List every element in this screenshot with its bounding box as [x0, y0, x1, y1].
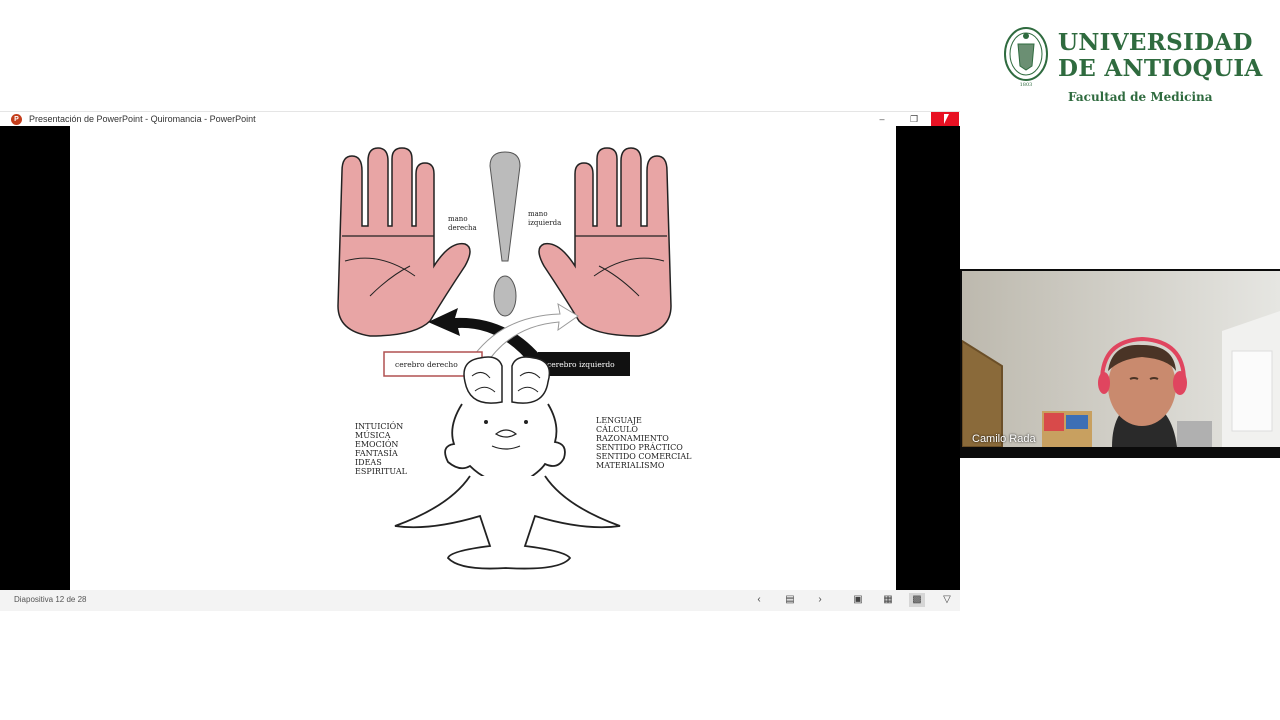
- powerpoint-window: P Presentación de PowerPoint - Quiromanc…: [0, 111, 960, 611]
- faculty-name: Facultad de Medicina: [1068, 90, 1213, 104]
- restore-button[interactable]: ❐: [900, 112, 928, 127]
- university-name-line2: DE ANTIOQUIA: [1058, 55, 1263, 82]
- mouse-cursor-icon: [944, 114, 949, 124]
- slide: mano derecha mano izquierda cerebro dere…: [70, 126, 896, 590]
- university-name-line1: UNIVERSIDAD: [1058, 29, 1253, 56]
- trait-item: RAZONAMIENTO: [596, 434, 669, 443]
- university-logo: 1803 UNIVERSIDAD DE ANTIOQUIA Facultad d…: [1000, 24, 1270, 108]
- right-hand-label-line2: derecha: [448, 224, 477, 232]
- minimize-icon: –: [879, 114, 885, 124]
- video-feed: [962, 271, 1280, 447]
- trait-item: EMOCIÓN: [355, 440, 398, 449]
- participant-name: Camilo Rada: [972, 433, 1036, 445]
- university-name: UNIVERSIDAD DE ANTIOQUIA: [1058, 30, 1263, 82]
- trait-item: MATERIALISMO: [596, 461, 665, 470]
- reading-view-icon[interactable]: ▩: [909, 593, 925, 607]
- slide-sorter-icon[interactable]: ▦: [880, 593, 896, 607]
- participant-video-tile[interactable]: Camilo Rada: [960, 269, 1280, 458]
- prev-slide-icon[interactable]: ‹: [751, 593, 767, 607]
- right-hand-label-line1: mano: [448, 215, 468, 223]
- trait-item: ESPIRITUAL: [355, 467, 408, 476]
- university-seal-icon: 1803: [1004, 27, 1048, 88]
- trait-item: IDEAS: [355, 458, 382, 467]
- left-brain-traits: LENGUAJE CÁLCULO RAZONAMIENTO SENTIDO PR…: [596, 416, 692, 470]
- seal-year: 1803: [1020, 82, 1033, 88]
- minimize-button[interactable]: –: [868, 112, 896, 127]
- meditating-figure-drawing: [394, 403, 621, 570]
- slide-illustration: mano derecha mano izquierda cerebro dere…: [337, 147, 692, 570]
- slide-area: mano derecha mano izquierda cerebro dere…: [0, 126, 960, 590]
- window-title: Presentación de PowerPoint - Quiromancia…: [29, 114, 256, 124]
- left-hand-label-line2: izquierda: [528, 219, 561, 227]
- participant-video: Camilo Rada: [962, 271, 1280, 447]
- right-hand-drawing: [337, 147, 471, 337]
- trait-item: MÚSICA: [355, 431, 391, 440]
- restore-icon: ❐: [909, 114, 919, 124]
- normal-view-icon[interactable]: ▣: [850, 593, 866, 607]
- slide-menu-icon[interactable]: ▤: [782, 593, 798, 607]
- right-brain-traits: INTUICIÓN MÚSICA EMOCIÓN FANTASÍA IDEAS …: [355, 422, 408, 476]
- status-bar: Diapositiva 12 de 28 ‹ ▤ › ▣ ▦ ▩ ▽: [0, 590, 960, 611]
- trait-item: FANTASÍA: [355, 449, 398, 458]
- presenter-view-icon[interactable]: ▽: [939, 593, 955, 607]
- brain-drawing: [463, 356, 551, 404]
- left-hand-label-line1: mano: [528, 210, 548, 218]
- trait-item: SENTIDO PRÁCTICO: [596, 443, 683, 452]
- trait-item: SENTIDO COMERCIAL: [596, 452, 692, 461]
- trait-item: LENGUAJE: [596, 416, 642, 425]
- powerpoint-icon: P: [11, 114, 22, 125]
- window-titlebar: P Presentación de PowerPoint - Quiromanc…: [0, 111, 960, 127]
- right-brain-label: cerebro derecho: [395, 360, 458, 369]
- left-brain-label: cerebro izquierdo: [547, 360, 615, 369]
- trait-item: CÁLCULO: [596, 425, 638, 434]
- slide-counter: Diapositiva 12 de 28: [14, 595, 87, 604]
- trait-item: INTUICIÓN: [355, 422, 403, 431]
- next-slide-icon[interactable]: ›: [812, 593, 828, 607]
